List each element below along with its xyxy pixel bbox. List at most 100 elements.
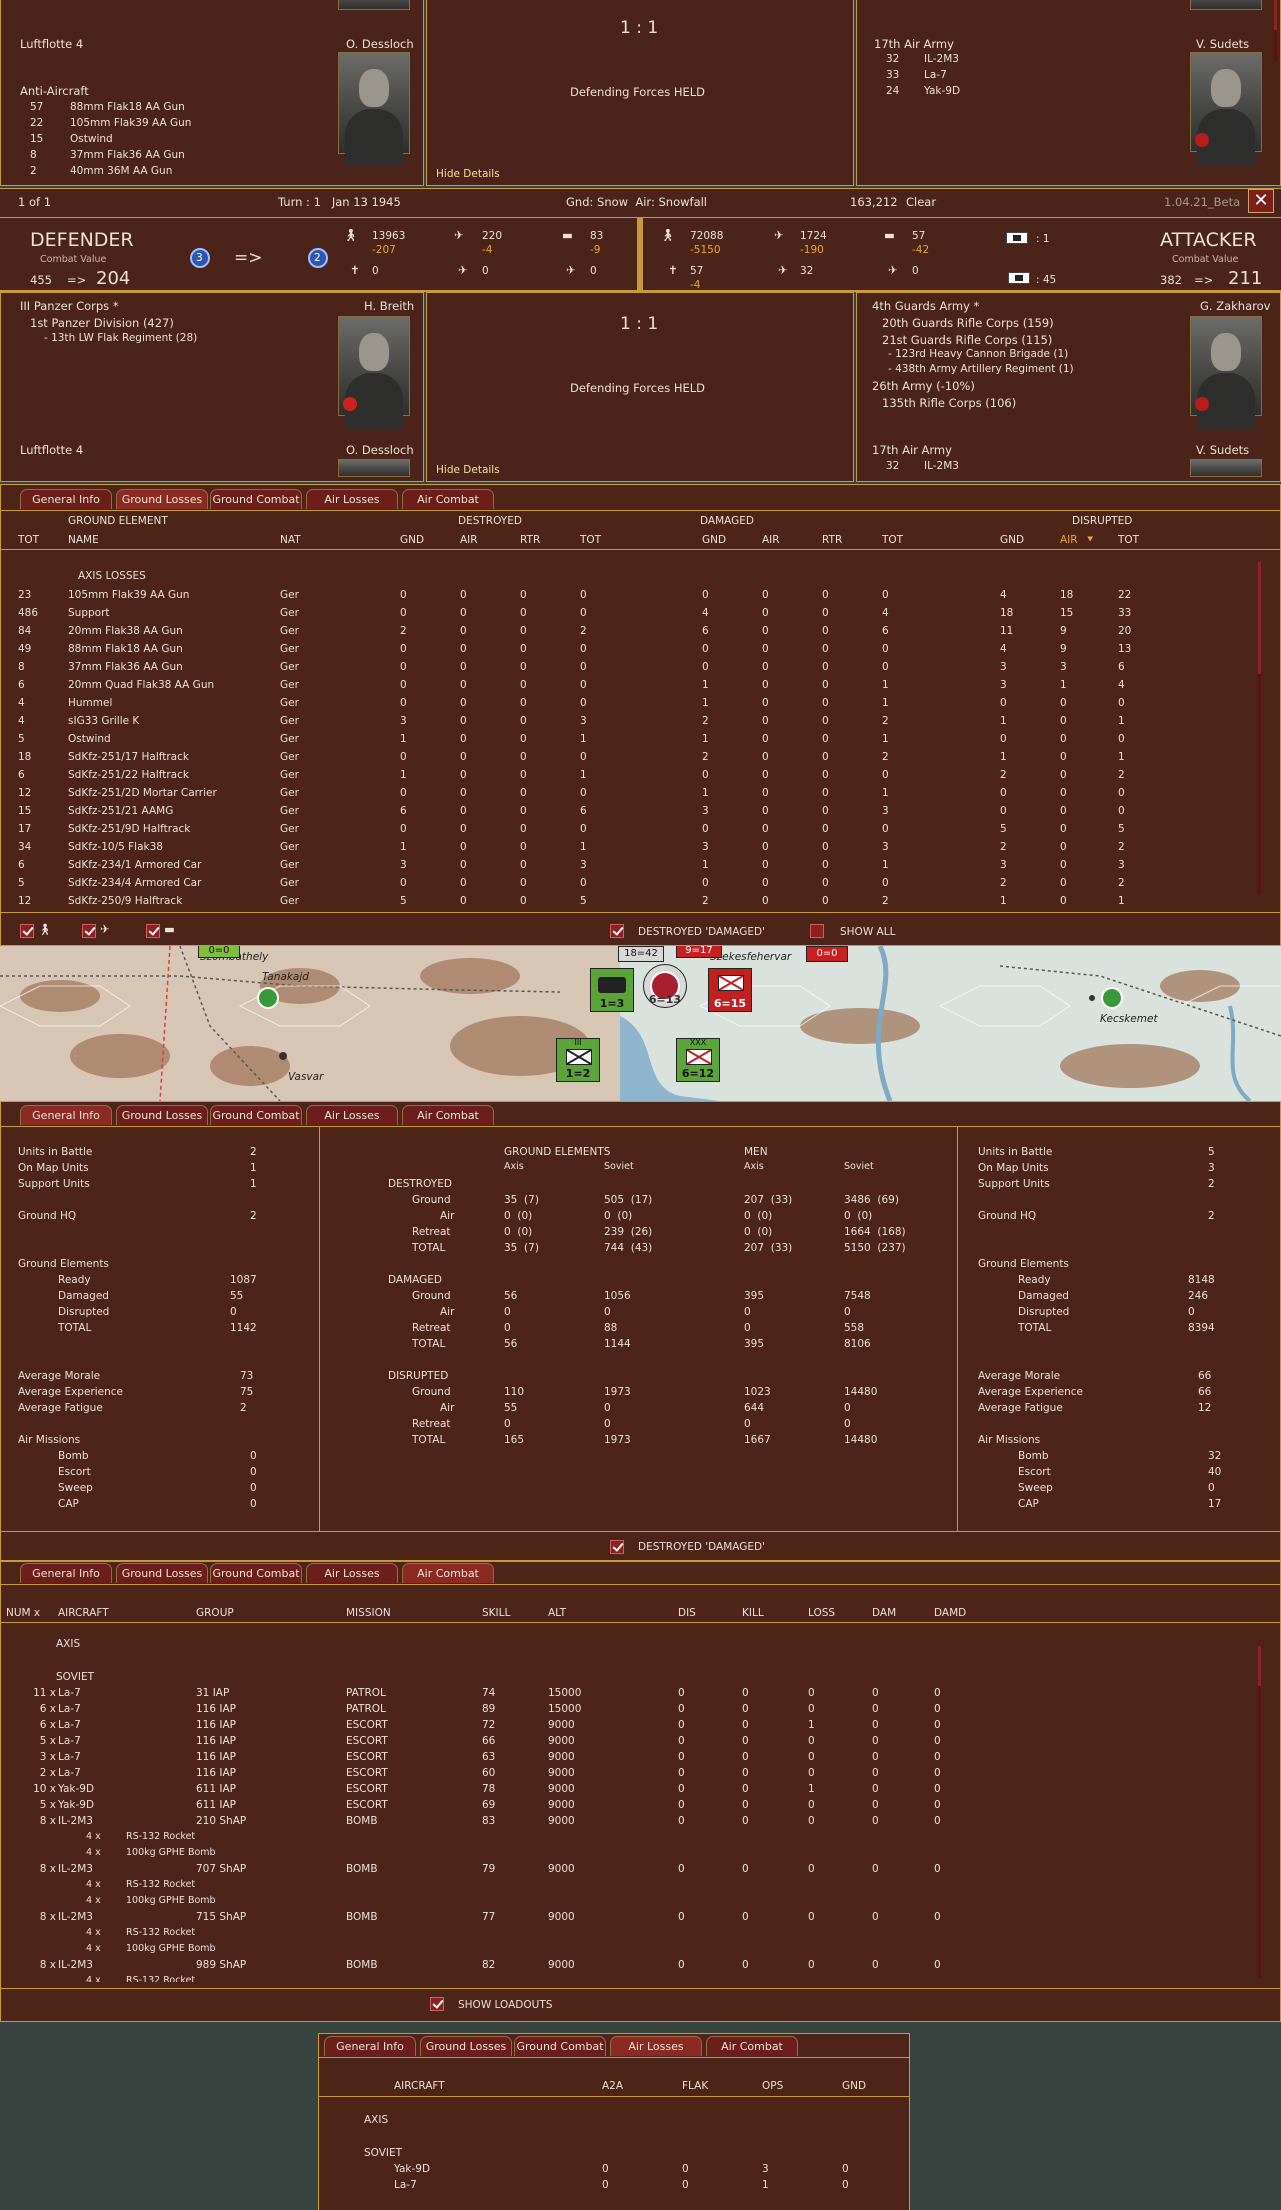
- tab-general-info[interactable]: General Info: [20, 489, 112, 509]
- element-value: 0: [460, 643, 467, 655]
- tab-ground-combat[interactable]: Ground Combat: [210, 1563, 302, 1583]
- table-row[interactable]: Yak-9D 0 0 3 0: [318, 2162, 908, 2178]
- mid-left-corps[interactable]: III Panzer Corps *: [20, 299, 119, 313]
- top-hide-details[interactable]: Hide Details: [436, 167, 500, 181]
- mid-left-division[interactable]: 1st Panzer Division (427): [30, 316, 174, 330]
- gl-scrollbar[interactable]: [1258, 562, 1261, 894]
- top-right-scrollbar[interactable]: [1274, 0, 1277, 62]
- portrait-sudets[interactable]: [1190, 52, 1262, 165]
- tab-ground-combat[interactable]: Ground Combat: [210, 1105, 302, 1125]
- destroyed-damaged-checkbox[interactable]: [610, 924, 624, 938]
- tab-air-losses[interactable]: Air Losses: [610, 2036, 702, 2056]
- table-row[interactable]: 6 x La-7 116 IAP ESCORT 72 9000 0 0 1 0 0: [0, 1718, 1250, 1734]
- table-row[interactable]: 6 SdKfz-234/1 Armored Car Ger 3 0 0 3 1 0 0 1 3 0 3: [0, 858, 1250, 876]
- ac-mission: ESCORT: [346, 1719, 388, 1731]
- table-row[interactable]: 8 x IL-2M3 715 ShAP BOMB 77 9000 0 0 0 0 0: [0, 1910, 1250, 1926]
- portrait-dessloch[interactable]: [338, 52, 410, 165]
- gl-column-header[interactable]: AIR: [1060, 533, 1078, 547]
- table-row[interactable]: 84 20mm Flak38 AA Gun Ger 2 0 0 2 6 0 0 6 11 9 20: [0, 624, 1250, 642]
- tab-air-combat[interactable]: Air Combat: [402, 489, 494, 509]
- mid-right-unit[interactable]: 20th Guards Rifle Corps (159): [882, 316, 1054, 330]
- unit-tank-counter[interactable]: 6=13: [643, 964, 687, 1008]
- gi-value: 73: [240, 1370, 254, 1382]
- close-button[interactable]: ✕: [1248, 189, 1274, 213]
- table-row[interactable]: 6 20mm Quad Flak38 AA Gun Ger 0 0 0 0 1 0 0 1 3 1 4: [0, 678, 1250, 696]
- mid-right-unit[interactable]: 26th Army (-10%): [872, 379, 975, 393]
- tab-air-combat[interactable]: Air Combat: [402, 1105, 494, 1125]
- filter-afv-checkbox[interactable]: [146, 924, 160, 938]
- unit-german-infantry[interactable]: III 1=2: [556, 1038, 600, 1082]
- table-row[interactable]: 8 37mm Flak36 AA Gun Ger 0 0 0 0 0 0 0 0 3 3 6: [0, 660, 1250, 678]
- table-row[interactable]: 4 sIG33 Grille K Ger 3 0 0 3 2 0 0 2 1 0 1: [0, 714, 1250, 732]
- battle-map[interactable]: Szombathely Tanakajd Vasvar Szekesfeherv…: [0, 946, 1281, 1101]
- tab-ground-losses[interactable]: Ground Losses: [116, 1105, 208, 1125]
- mid-right-unit[interactable]: 21st Guards Rifle Corps (115): [882, 333, 1052, 347]
- mid-right-unit[interactable]: 135th Rifle Corps (106): [882, 396, 1016, 410]
- filter-men-checkbox[interactable]: [20, 924, 34, 938]
- map-top-counter-1[interactable]: 0=0: [198, 946, 240, 958]
- unit-soviet-counter-1[interactable]: 6=15: [708, 968, 752, 1012]
- table-row[interactable]: 4 Hummel Ger 0 0 0 0 1 0 0 1 0 0 0: [0, 696, 1250, 714]
- portrait-sudets-2[interactable]: [1190, 459, 1262, 477]
- tab-ground-losses[interactable]: Ground Losses: [116, 1563, 208, 1583]
- tab-air-losses[interactable]: Air Losses: [306, 1563, 398, 1583]
- portrait-top-ger[interactable]: [338, 0, 410, 10]
- table-row[interactable]: La-7 0 0 1 0: [318, 2178, 908, 2194]
- portrait-zakharov[interactable]: [1190, 316, 1262, 429]
- table-row[interactable]: 2 x La-7 116 IAP ESCORT 60 9000 0 0 0 0 0: [0, 1766, 1250, 1782]
- tab-air-losses[interactable]: Air Losses: [306, 1105, 398, 1125]
- gi-destroyed-damaged-checkbox[interactable]: [610, 1540, 624, 1554]
- portrait-top-sov[interactable]: [1190, 0, 1262, 10]
- map-top-counter-3[interactable]: 9=17: [676, 946, 722, 958]
- map-top-counter-2[interactable]: 18=42: [618, 946, 664, 962]
- tab-ground-losses[interactable]: Ground Losses: [420, 2036, 512, 2056]
- show-loadouts-checkbox[interactable]: [430, 1997, 444, 2011]
- show-all-checkbox[interactable]: [810, 924, 824, 938]
- table-row[interactable]: 34 SdKfz-10/5 Flak38 Ger 1 0 0 1 3 0 0 3 2 0 2: [0, 840, 1250, 858]
- mid-hide-details[interactable]: Hide Details: [436, 463, 500, 477]
- tab-ground-losses[interactable]: Ground Losses: [116, 489, 208, 509]
- tab-general-info[interactable]: General Info: [324, 2036, 416, 2056]
- table-row[interactable]: 12 SdKfz-250/9 Halftrack Ger 5 0 0 5 2 0 0 2 1 0 1: [0, 894, 1250, 912]
- filter-guns-checkbox[interactable]: [82, 924, 96, 938]
- tab-general-info[interactable]: General Info: [20, 1563, 112, 1583]
- table-row[interactable]: 8 x IL-2M3 210 ShAP BOMB 83 9000 0 0 0 0 0: [0, 1814, 1250, 1830]
- table-row[interactable]: 3 x La-7 116 IAP ESCORT 63 9000 0 0 0 0 0: [0, 1750, 1250, 1766]
- ac-group: 210 ShAP: [196, 1815, 247, 1827]
- tab-ground-combat[interactable]: Ground Combat: [210, 489, 302, 509]
- table-row[interactable]: 5 x La-7 116 IAP ESCORT 66 9000 0 0 0 0 0: [0, 1734, 1250, 1750]
- table-row[interactable]: 6 x La-7 116 IAP PATROL 89 15000 0 0 0 0 0: [0, 1702, 1250, 1718]
- tab-general-info[interactable]: General Info: [20, 1105, 112, 1125]
- table-row[interactable]: 17 SdKfz-251/9D Halftrack Ger 0 0 0 0 0 0 0 0 5 0 5: [0, 822, 1250, 840]
- mid-right-unit[interactable]: - 123rd Heavy Cannon Brigade (1): [888, 347, 1068, 361]
- unit-panzer-counter[interactable]: 1=3: [590, 968, 634, 1012]
- table-row[interactable]: 6 SdKfz-251/22 Halftrack Ger 1 0 0 1 0 0 0 0 2 0 2: [0, 768, 1250, 786]
- element-value: 1: [1060, 679, 1067, 691]
- ac-scrollbar[interactable]: [1258, 1646, 1261, 1978]
- mid-right-army[interactable]: 4th Guards Army *: [872, 299, 979, 313]
- table-row[interactable]: 23 105mm Flak39 AA Gun Ger 0 0 0 0 0 0 0 0 4 18 22: [0, 588, 1250, 606]
- defender-afv: 83: [590, 230, 604, 242]
- table-row[interactable]: 8 x IL-2M3 707 ShAP BOMB 79 9000 0 0 0 0 0: [0, 1862, 1250, 1878]
- portrait-breith[interactable]: [338, 316, 410, 429]
- table-row[interactable]: 49 88mm Flak18 AA Gun Ger 0 0 0 0 0 0 0 0 4 9 13: [0, 642, 1250, 660]
- table-row[interactable]: 10 x Yak-9D 611 IAP ESCORT 78 9000 0 0 1 0 0: [0, 1782, 1250, 1798]
- table-row[interactable]: 8 x IL-2M3 989 ShAP BOMB 82 9000 0 0 0 0 0: [0, 1958, 1250, 1974]
- portrait-dessloch-2[interactable]: [338, 459, 410, 477]
- tab-air-losses[interactable]: Air Losses: [306, 489, 398, 509]
- table-row[interactable]: 5 SdKfz-234/4 Armored Car Ger 0 0 0 0 0 0 0 0 2 0 2: [0, 876, 1250, 894]
- tab-air-combat[interactable]: Air Combat: [706, 2036, 798, 2056]
- table-row[interactable]: 11 x La-7 31 IAP PATROL 74 15000 0 0 0 0 0: [0, 1686, 1250, 1702]
- table-row[interactable]: 12 SdKfz-251/2D Mortar Carrier Ger 0 0 0 0 1 0 0 1…: [0, 786, 1250, 804]
- mid-left-regiment[interactable]: - 13th LW Flak Regiment (28): [44, 331, 197, 345]
- tab-air-combat[interactable]: Air Combat: [402, 1563, 494, 1583]
- table-row[interactable]: 15 SdKfz-251/21 AAMG Ger 6 0 0 6 3 0 0 3 0 0 0: [0, 804, 1250, 822]
- table-row[interactable]: 486 Support Ger 0 0 0 0 4 0 0 4 18 15 33: [0, 606, 1250, 624]
- tab-ground-combat[interactable]: Ground Combat: [514, 2036, 606, 2056]
- mid-right-unit[interactable]: - 438th Army Artillery Regiment (1): [888, 362, 1074, 376]
- table-row[interactable]: 5 x Yak-9D 611 IAP ESCORT 69 9000 0 0 0 0 0: [0, 1798, 1250, 1814]
- map-top-counter-4[interactable]: 0=0: [806, 946, 848, 962]
- unit-soviet-counter-2[interactable]: XXX 6=12: [676, 1038, 720, 1082]
- table-row[interactable]: 5 Ostwind Ger 1 0 0 1 1 0 0 1 0 0 0: [0, 732, 1250, 750]
- table-row[interactable]: 18 SdKfz-251/17 Halftrack Ger 0 0 0 0 2 0 0 2 1 0 1: [0, 750, 1250, 768]
